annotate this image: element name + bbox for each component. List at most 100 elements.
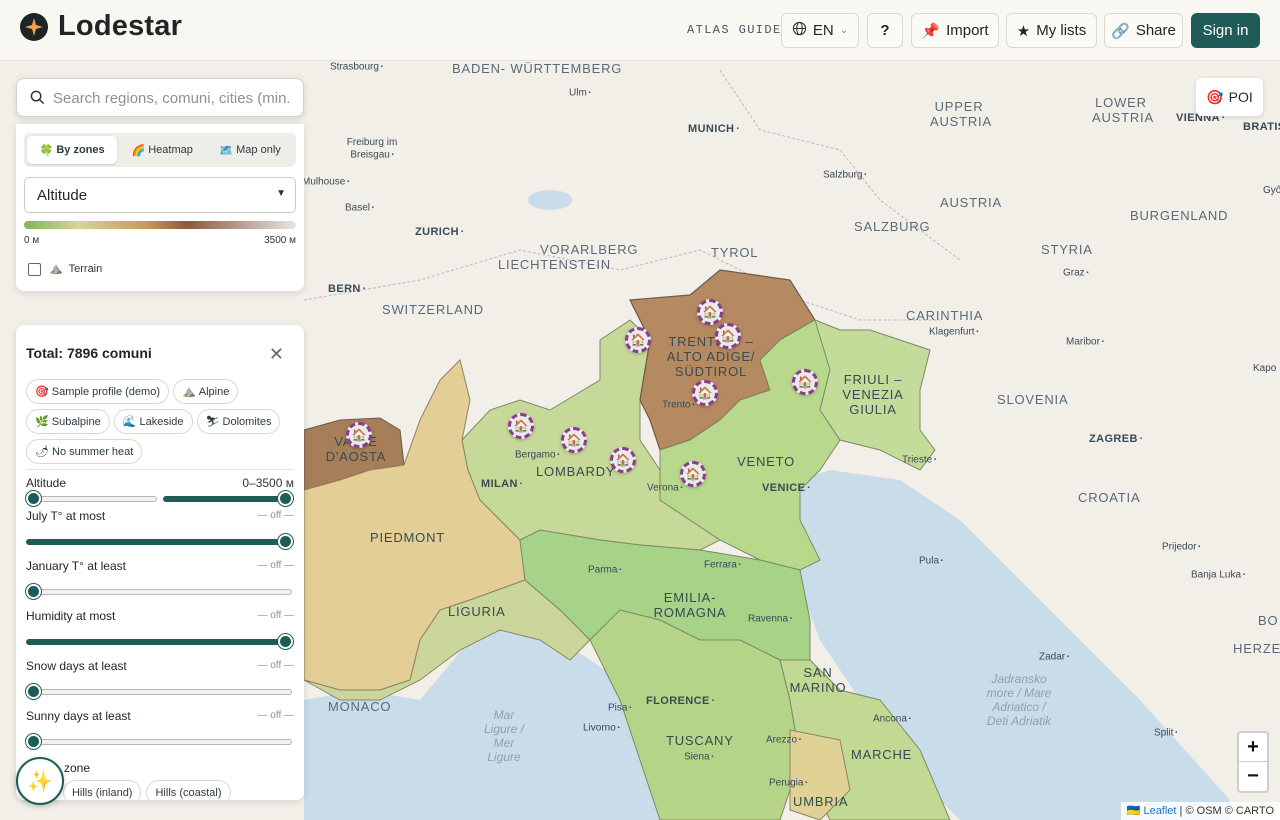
map-label-partial: HERZE: [1233, 641, 1280, 656]
poi-marker[interactable]: 🏠: [508, 413, 534, 439]
altitude-min-handle[interactable]: [26, 491, 41, 506]
map-city: ZURICH: [415, 226, 464, 238]
filter-value: — off —: [257, 710, 295, 721]
map-city: Kapo: [1253, 363, 1277, 374]
house-icon: 🏠: [566, 433, 582, 447]
terrain-checkbox[interactable]: [28, 263, 41, 276]
map-label-vorarlberg: VORARLBERG: [540, 242, 639, 257]
poi-marker[interactable]: 🏠: [610, 447, 636, 473]
terrain-label-text: Terrain: [68, 263, 103, 275]
map-city: Győ: [1263, 185, 1280, 196]
house-icon: 🏠: [615, 453, 631, 467]
snow-days-slider[interactable]: [26, 689, 292, 695]
january-temp-slider[interactable]: [26, 589, 292, 595]
preset-chip-sample-profile[interactable]: 🎯 Sample profile (demo): [26, 379, 169, 404]
tab-by-zones[interactable]: 🍀 By zones: [27, 136, 118, 164]
close-icon[interactable]: ✕: [269, 344, 284, 365]
chip-label: Alpine: [198, 385, 230, 398]
sunny-days-handle[interactable]: [26, 734, 41, 749]
share-button[interactable]: 🔗 Share: [1104, 13, 1183, 48]
terrain-label[interactable]: ⛰️ Terrain: [49, 262, 102, 275]
house-icon: 🏠: [797, 375, 813, 389]
zoom-out-button[interactable]: −: [1239, 762, 1267, 791]
zone-chip-hills-inland[interactable]: Hills (inland): [62, 780, 142, 800]
sign-in-button[interactable]: Sign in: [1191, 13, 1260, 48]
search-box: [16, 78, 304, 117]
search-input[interactable]: [53, 87, 297, 109]
globe-icon: [792, 21, 807, 40]
leaflet-link[interactable]: Leaflet: [1143, 805, 1176, 817]
link-icon: 🔗: [1111, 22, 1130, 40]
poi-marker[interactable]: 🏠: [561, 427, 587, 453]
tab-heatmap[interactable]: 🌈 Heatmap: [119, 136, 205, 164]
map-label-austria: AUSTRIA: [940, 195, 1002, 210]
july-temp-handle[interactable]: [278, 534, 293, 549]
atlas-guide-link[interactable]: ATLAS GUIDE: [687, 23, 782, 37]
map-city: Ancona: [873, 713, 911, 726]
map-icon: 🗺️: [219, 144, 234, 157]
sunny-days-slider[interactable]: [26, 739, 292, 745]
july-temp-filter: July T° at most — off —: [26, 509, 294, 523]
clover-icon: 🍀: [39, 144, 54, 157]
altitude-slider-track-right[interactable]: [163, 496, 293, 502]
map-label-friuli: FRIULI – VENEZIA GIULIA: [842, 372, 904, 417]
rainbow-icon: 🌈: [131, 144, 146, 157]
map-label-monaco: MONACO: [328, 699, 392, 714]
house-icon: 🏠: [702, 305, 718, 319]
import-button[interactable]: 📌 Import: [911, 13, 999, 48]
language-select[interactable]: EN ⌄: [781, 13, 859, 48]
map-city: Verona: [647, 482, 683, 495]
preset-chip-no-summer-heat[interactable]: 🌶 No summer heat: [26, 439, 143, 464]
preset-chip-dolomites[interactable]: ⛷ Dolomites: [196, 409, 281, 434]
zoom-in-button[interactable]: +: [1239, 733, 1267, 762]
poi-marker[interactable]: 🏠: [346, 422, 372, 448]
january-temp-handle[interactable]: [26, 584, 41, 599]
poi-marker[interactable]: 🏠: [697, 299, 723, 325]
top-bar: Lodestar ATLAS GUIDE EN ⌄ ? 📌 Import ★ M…: [0, 0, 1280, 61]
house-icon: 🏠: [685, 467, 701, 481]
poi-marker[interactable]: 🏠: [625, 327, 651, 353]
humidity-handle[interactable]: [278, 634, 293, 649]
poi-marker[interactable]: 🏠: [792, 369, 818, 395]
map-label-marche: MARCHE: [851, 747, 913, 762]
poi-toggle-button[interactable]: 🎯 POI: [1196, 78, 1263, 116]
snow-days-handle[interactable]: [26, 684, 41, 699]
wave-icon: 🌊: [122, 416, 137, 428]
humidity-slider[interactable]: [26, 639, 292, 645]
poi-marker[interactable]: 🏠: [680, 461, 706, 487]
map-label-carinthia: CARINTHIA: [906, 308, 984, 323]
zone-label: zone: [64, 761, 91, 775]
map-city: Graz: [1063, 267, 1088, 280]
ai-assistant-button[interactable]: ✨: [16, 757, 64, 805]
help-button[interactable]: ?: [867, 13, 903, 48]
altitude-max-handle[interactable]: [278, 491, 293, 506]
july-temp-slider[interactable]: [26, 539, 292, 545]
map-city: Livorno: [583, 722, 620, 735]
attribution-text: | © OSM © CARTO: [1179, 805, 1274, 817]
house-icon: 🏠: [351, 428, 367, 442]
map-city: Salzburg: [823, 169, 866, 182]
zone-chip-hills-coastal[interactable]: Hills (coastal): [146, 780, 231, 800]
preset-chip-subalpine[interactable]: 🌿 Subalpine: [26, 409, 110, 434]
preset-chip-alpine[interactable]: ⛰️ Alpine: [172, 379, 239, 404]
zoom-control: + −: [1237, 731, 1269, 793]
map-label-baden-wurttemberg: BADEN- WÜRTTEMBERG: [452, 61, 623, 76]
preset-chip-lakeside[interactable]: 🌊 Lakeside: [113, 409, 193, 434]
map-label-san-marino: SAN MARINO: [789, 665, 847, 695]
map-city: Trieste: [902, 454, 936, 467]
app-logo-text[interactable]: Lodestar: [58, 10, 182, 43]
metric-select[interactable]: Altitude ▼: [24, 177, 296, 213]
tab-map-only[interactable]: 🗺️ Map only: [207, 136, 293, 164]
map-label-croatia: CROATIA: [1078, 490, 1141, 505]
poi-marker[interactable]: 🏠: [692, 380, 718, 406]
map-label-emilia-romagna: EMILIA- ROMAGNA: [653, 590, 727, 620]
map-attribution: 🇺🇦 Leaflet | © OSM © CARTO: [1120, 802, 1280, 820]
map-label-ligurian-sea: Mar Ligure / Mer Ligure: [483, 708, 525, 764]
altitude-slider-track-left[interactable]: [26, 496, 157, 502]
my-lists-button[interactable]: ★ My lists: [1006, 13, 1097, 48]
map-label-piedmont: PIEDMONT: [370, 530, 446, 545]
map-city: Maribor: [1066, 336, 1104, 349]
map-city: Siena: [684, 751, 713, 764]
map-city: Ravenna: [748, 613, 792, 626]
poi-marker[interactable]: 🏠: [715, 323, 741, 349]
